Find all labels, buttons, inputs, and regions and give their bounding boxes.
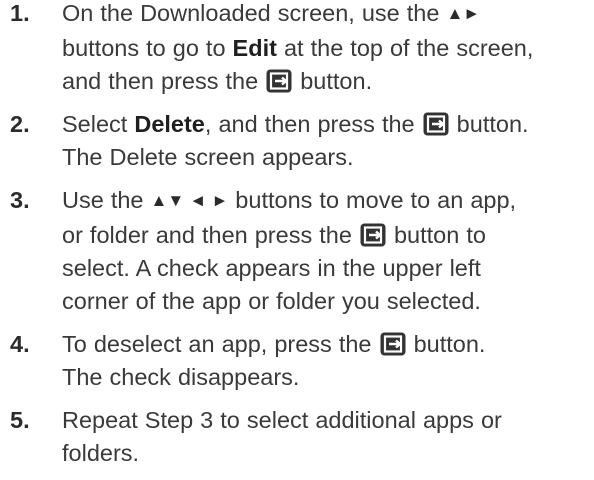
step-number: 4.	[10, 331, 30, 357]
enter-button-icon	[423, 112, 449, 136]
step-text: Repeat Step 3 to select additional apps …	[62, 407, 502, 433]
step-text: and then press the	[62, 68, 266, 94]
step-text: button to	[386, 222, 486, 248]
step-3: 3. Use the ▲▼ ◄ ► buttons to move to an …	[10, 184, 594, 318]
arrow-buttons-symbols: ▲▼ ◄ ►	[150, 191, 229, 210]
enter-button-icon	[360, 223, 386, 247]
step-number: 3.	[10, 187, 30, 213]
step-text: On the Downloaded screen, use the	[62, 0, 447, 26]
step-number: 2.	[10, 111, 30, 137]
step-text: The check disappears.	[62, 364, 300, 390]
step-text: To deselect an app, press the	[62, 331, 379, 357]
step-line: buttons to go to Edit at the top of the …	[62, 32, 594, 65]
step-text: The Delete screen appears.	[62, 144, 354, 170]
step-line: corner of the app or folder you selected…	[62, 285, 594, 318]
delete-label: Delete	[134, 111, 205, 137]
step-text: or folder and then press the	[62, 222, 359, 248]
arrow-buttons-symbols: ▲►	[446, 4, 481, 23]
enter-button-icon	[266, 69, 292, 93]
step-text: select. A check appears in the upper lef…	[62, 255, 481, 281]
enter-button-icon	[380, 332, 406, 356]
step-text: Use the	[62, 187, 151, 213]
step-line: The check disappears.	[62, 361, 594, 394]
step-4: 4. To deselect an app, press the button.…	[10, 328, 594, 394]
step-text: , and then press the	[204, 111, 422, 137]
step-text: button.	[406, 331, 486, 357]
step-line: Use the ▲▼ ◄ ► buttons to move to an app…	[62, 184, 594, 219]
step-line: Select Delete, and then press the button…	[62, 108, 594, 141]
step-line: On the Downloaded screen, use the ▲►	[62, 0, 594, 32]
step-text: button.	[293, 68, 373, 94]
step-number: 1.	[10, 0, 30, 26]
step-text: button.	[449, 111, 529, 137]
step-line: The Delete screen appears.	[62, 141, 594, 174]
step-line: Repeat Step 3 to select additional apps …	[62, 404, 594, 437]
step-line: folders.	[62, 437, 594, 470]
step-text: buttons to move to an app,	[228, 187, 517, 213]
edit-label: Edit	[232, 35, 277, 61]
step-text: buttons to go to	[62, 35, 233, 61]
step-line: To deselect an app, press the button.	[62, 328, 594, 361]
step-text: folders.	[62, 440, 140, 466]
step-line: select. A check appears in the upper lef…	[62, 252, 594, 285]
step-text: at the top of the screen,	[276, 35, 534, 61]
step-line: or folder and then press the button to	[62, 219, 594, 252]
step-5: 5. Repeat Step 3 to select additional ap…	[10, 404, 594, 470]
step-1: 1. On the Downloaded screen, use the ▲► …	[10, 0, 594, 98]
step-text: Select	[62, 111, 135, 137]
step-number: 5.	[10, 407, 30, 433]
instruction-steps: 1. On the Downloaded screen, use the ▲► …	[10, 0, 594, 480]
step-line: and then press the button.	[62, 65, 594, 98]
step-2: 2. Select Delete, and then press the but…	[10, 108, 594, 174]
step-text: corner of the app or folder you selected…	[62, 288, 481, 314]
